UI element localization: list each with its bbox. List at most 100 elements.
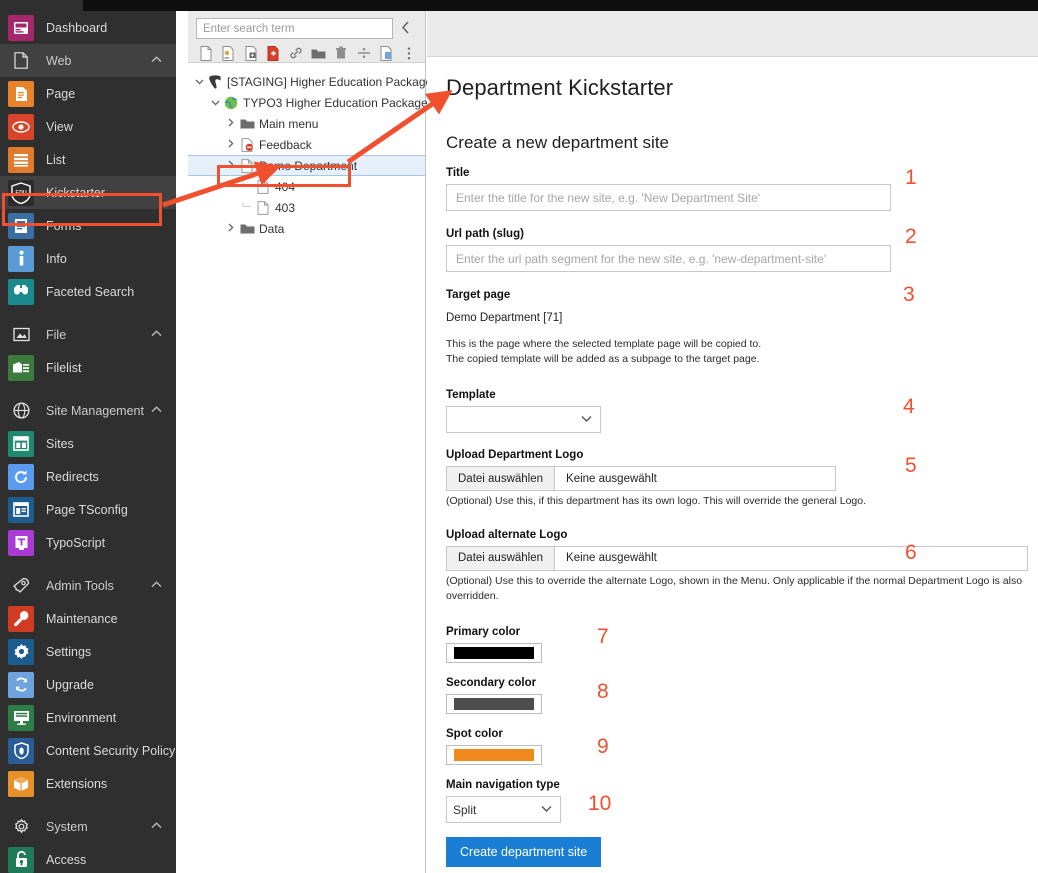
sidebar-item-list[interactable]: List [0,143,176,176]
chevron-up-icon[interactable] [151,55,162,66]
annotation-number-10: 10 [588,793,611,814]
trash-icon[interactable] [333,44,350,62]
department-logo-file-input[interactable]: Datei auswählen Keine ausgewählt [446,466,836,491]
sidebar-item-content-security-policy[interactable]: Content Security Policy [0,734,176,767]
title-label: Title [446,167,1038,179]
annotation-number-8: 8 [597,681,609,702]
department-logo-label: Upload Department Logo [446,449,1038,461]
lock-icon [8,847,34,873]
sidebar-item-label: File [46,328,151,342]
sidebar-item-site-management[interactable]: Site Management [0,394,176,427]
tree-node[interactable]: [STAGING] Higher Education Package Si [188,71,425,92]
chevron-up-icon[interactable] [151,821,162,832]
sidebar-item-extensions[interactable]: Extensions [0,767,176,800]
chevron-right-icon[interactable] [224,223,238,234]
secondary-color-picker[interactable] [446,694,542,714]
paste-page-icon[interactable] [243,44,260,62]
tree-node-label: Demo Department [256,159,357,173]
tree-node[interactable]: 404 [188,176,425,197]
chevron-right-icon[interactable] [224,118,238,129]
field-department-logo: Upload Department Logo Datei auswählen K… [446,449,1038,509]
field-primary-color: Primary color [446,626,1038,663]
tree-node[interactable]: 403 [188,197,425,218]
sidebar-item-filelist[interactable]: Filelist [0,351,176,384]
sidebar-item-sites[interactable]: Sites [0,427,176,460]
alternate-logo-choose-button[interactable]: Datei auswählen [447,547,555,570]
sidebar-item-label: Settings [46,645,176,659]
tree-node[interactable]: Data [188,218,425,239]
divider-icon[interactable] [356,44,373,62]
sidebar-item-file[interactable]: File [0,318,176,351]
department-logo-help: (Optional) Use this, if this department … [446,494,1038,509]
page-group-icon [8,48,34,74]
new-page-wizard-icon[interactable] [221,44,238,62]
folder-icon[interactable] [311,44,328,62]
more-options-icon[interactable] [401,44,418,62]
sidebar-item-settings[interactable]: Settings [0,635,176,668]
tree-node[interactable]: Main menu [188,113,425,134]
chevron-down-icon[interactable] [208,98,222,108]
link-icon[interactable] [288,44,305,62]
department-logo-choose-button[interactable]: Datei auswählen [447,467,555,490]
sidebar-item-view[interactable]: View [0,110,176,143]
tree-node-label: 404 [272,180,295,194]
tree-node[interactable]: Feedback [188,134,425,155]
sidebar-item-web[interactable]: Web [0,44,176,77]
alternate-logo-help: (Optional) Use this to override the alte… [446,574,1038,604]
sidebar-item-access[interactable]: Access [0,843,176,873]
tree-node-label: Main menu [256,117,318,131]
sidebar-item-faceted-search[interactable]: Faceted Search [0,275,176,308]
sidebar-item-info[interactable]: Info [0,242,176,275]
chevron-right-icon[interactable] [224,139,238,150]
sidebar-item-upgrade[interactable]: Upgrade [0,668,176,701]
tree-node[interactable]: TYPO3 Higher Education Package [188,92,425,113]
sidebar-item-label: Environment [46,711,176,725]
chevron-left-icon[interactable] [393,21,417,37]
slug-input[interactable] [446,245,891,272]
tree-node-label: [STAGING] Higher Education Package Si [224,75,446,89]
annotation-number-5: 5 [905,455,917,476]
image-group-icon [8,322,34,348]
title-input[interactable] [446,184,891,211]
alternate-logo-file-input[interactable]: Datei auswählen Keine ausgewählt [446,546,1028,571]
field-target-page: Target page Demo Department [71] This is… [446,289,1038,367]
sidebar-item-label: Admin Tools [46,579,151,593]
delete-page-icon[interactable] [266,44,283,62]
primary-color-picker[interactable] [446,643,542,663]
nav-type-select[interactable]: Split [446,796,561,823]
sidebar-item-page-tsconfig[interactable]: Page TSconfig [0,493,176,526]
sidebar-item-label: Upgrade [46,678,176,692]
search-input[interactable] [196,18,393,39]
sidebar-item-page[interactable]: Page [0,77,176,110]
sidebar-item-label: Site Management [46,404,151,418]
chevron-up-icon[interactable] [151,405,162,416]
chevron-up-icon[interactable] [151,580,162,591]
sidebar-item-forms[interactable]: Forms [0,209,176,242]
sidebar-item-admin-tools[interactable]: Admin Tools [0,569,176,602]
spot-color-picker[interactable] [446,745,542,765]
app-root: DashboardWeb Page ViewListEDUKickstarterFo… [0,0,1038,873]
shortcut-icon[interactable] [378,44,395,62]
sidebar-item-label: Page [46,87,176,101]
tree-node-selected[interactable]: Demo Department [188,155,425,176]
new-page-icon[interactable] [198,44,215,62]
page-tree-header [188,11,425,63]
department-logo-filename: Keine ausgewählt [555,467,668,490]
sidebar-item-system[interactable]: System [0,810,176,843]
sidebar-item-dashboard[interactable]: Dashboard [0,11,176,44]
chevron-right-icon[interactable] [224,160,238,171]
module-menu-separator [0,800,176,810]
binoculars-icon [8,279,34,305]
typoscript-icon [8,530,34,556]
sidebar-item-redirects[interactable]: Redirects [0,460,176,493]
sidebar-item-kickstarter[interactable]: EDUKickstarter [0,176,176,209]
sidebar-item-label: Kickstarter [46,186,176,200]
sidebar-item-typoscript[interactable]: TypoScript [0,526,176,559]
sidebar-item-maintenance[interactable]: Maintenance [0,602,176,635]
sidebar-item-environment[interactable]: Environment [0,701,176,734]
template-select[interactable] [446,406,601,433]
chevron-down-icon[interactable] [192,77,206,87]
chevron-up-icon[interactable] [151,329,162,340]
create-department-site-button[interactable]: Create department site [446,837,601,867]
primary-color-label: Primary color [446,626,1038,638]
